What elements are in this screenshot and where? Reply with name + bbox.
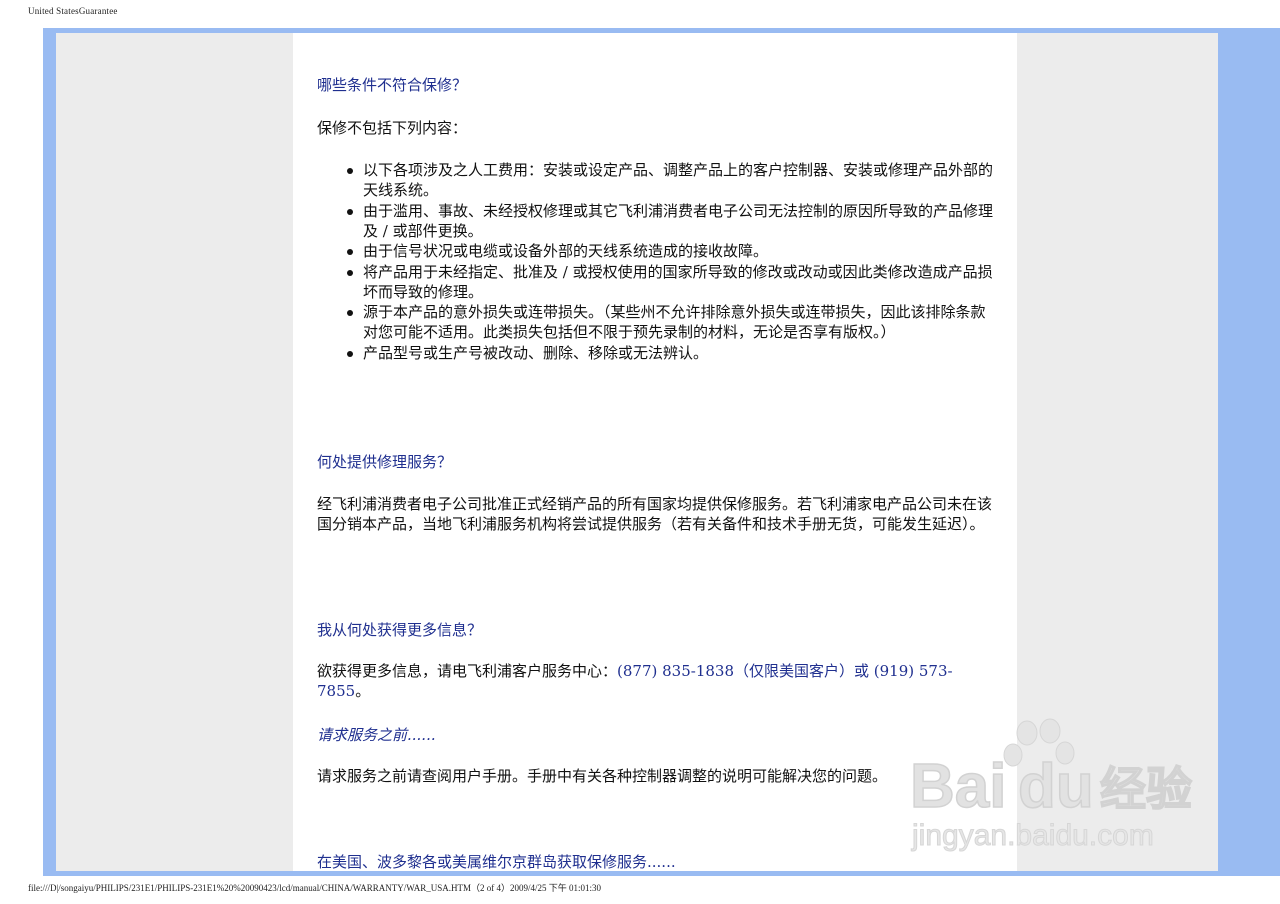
list-item: 将产品用于未经指定、批准及 / 或授权使用的国家所导致的修改或改动或因此类修改造… (347, 262, 997, 302)
list-item: 源于本产品的意外损失或连带损失。（某些州不允许排除意外损失或连带损失，因此该排除… (347, 302, 997, 342)
bullet-icon (347, 208, 353, 215)
not-covered-intro: 保修不包括下列内容： (317, 119, 468, 137)
list-item: 以下各项涉及之人工费用：安装或设定产品、调整产品上的客户控制器、安装或修理产品外… (347, 160, 997, 200)
bullet-icon (347, 168, 353, 174)
heading-where-service: 何处提供修理服务？ (317, 453, 453, 471)
list-item: 由于滥用、事故、未经授权修理或其它飞利浦消费者电子公司无法控制的原因所导致的产品… (347, 201, 997, 241)
not-covered-list: 以下各项涉及之人工费用：安装或设定产品、调整产品上的客户控制器、安装或修理产品外… (347, 160, 997, 363)
before-service-body: 请求服务之前请查阅用户手册。手册中有关各种控制器调整的说明可能解决您的问题。 (317, 767, 888, 785)
more-info-body: 欲获得更多信息，请电飞利浦客户服务中心：(877) 835-1838（仅限美国客… (317, 662, 953, 700)
bullet-icon (347, 269, 353, 276)
bullet-icon (347, 249, 353, 255)
heading-not-covered: 哪些条件不符合保修？ (317, 76, 468, 94)
bullet-icon (347, 310, 353, 316)
heading-usa-service: 在美国、波多黎各或美属维尔京群岛获取保修服务...... (317, 853, 676, 871)
document-content: 哪些条件不符合保修？ 保修不包括下列内容： 以下各项涉及之人工费用：安装或设定产… (293, 33, 1017, 871)
page-header: United StatesGuarantee (28, 6, 118, 16)
list-item: 产品型号或生产号被改动、删除、移除或无法辨认。 (347, 343, 997, 363)
heading-more-info: 我从何处获得更多信息？ (317, 621, 483, 639)
list-item: 由于信号状况或电缆或设备外部的天线系统造成的接收故障。 (347, 241, 997, 261)
page-footer: file:///D|/songaiyu/PHILIPS/231E1/PHILIP… (28, 883, 602, 893)
heading-before-service: 请求服务之前...... (317, 726, 436, 744)
bullet-icon (347, 350, 353, 357)
where-service-body: 经飞利浦消费者电子公司批准正式经销产品的所有国家均提供保修服务。若飞利浦家电产品… (317, 495, 993, 533)
